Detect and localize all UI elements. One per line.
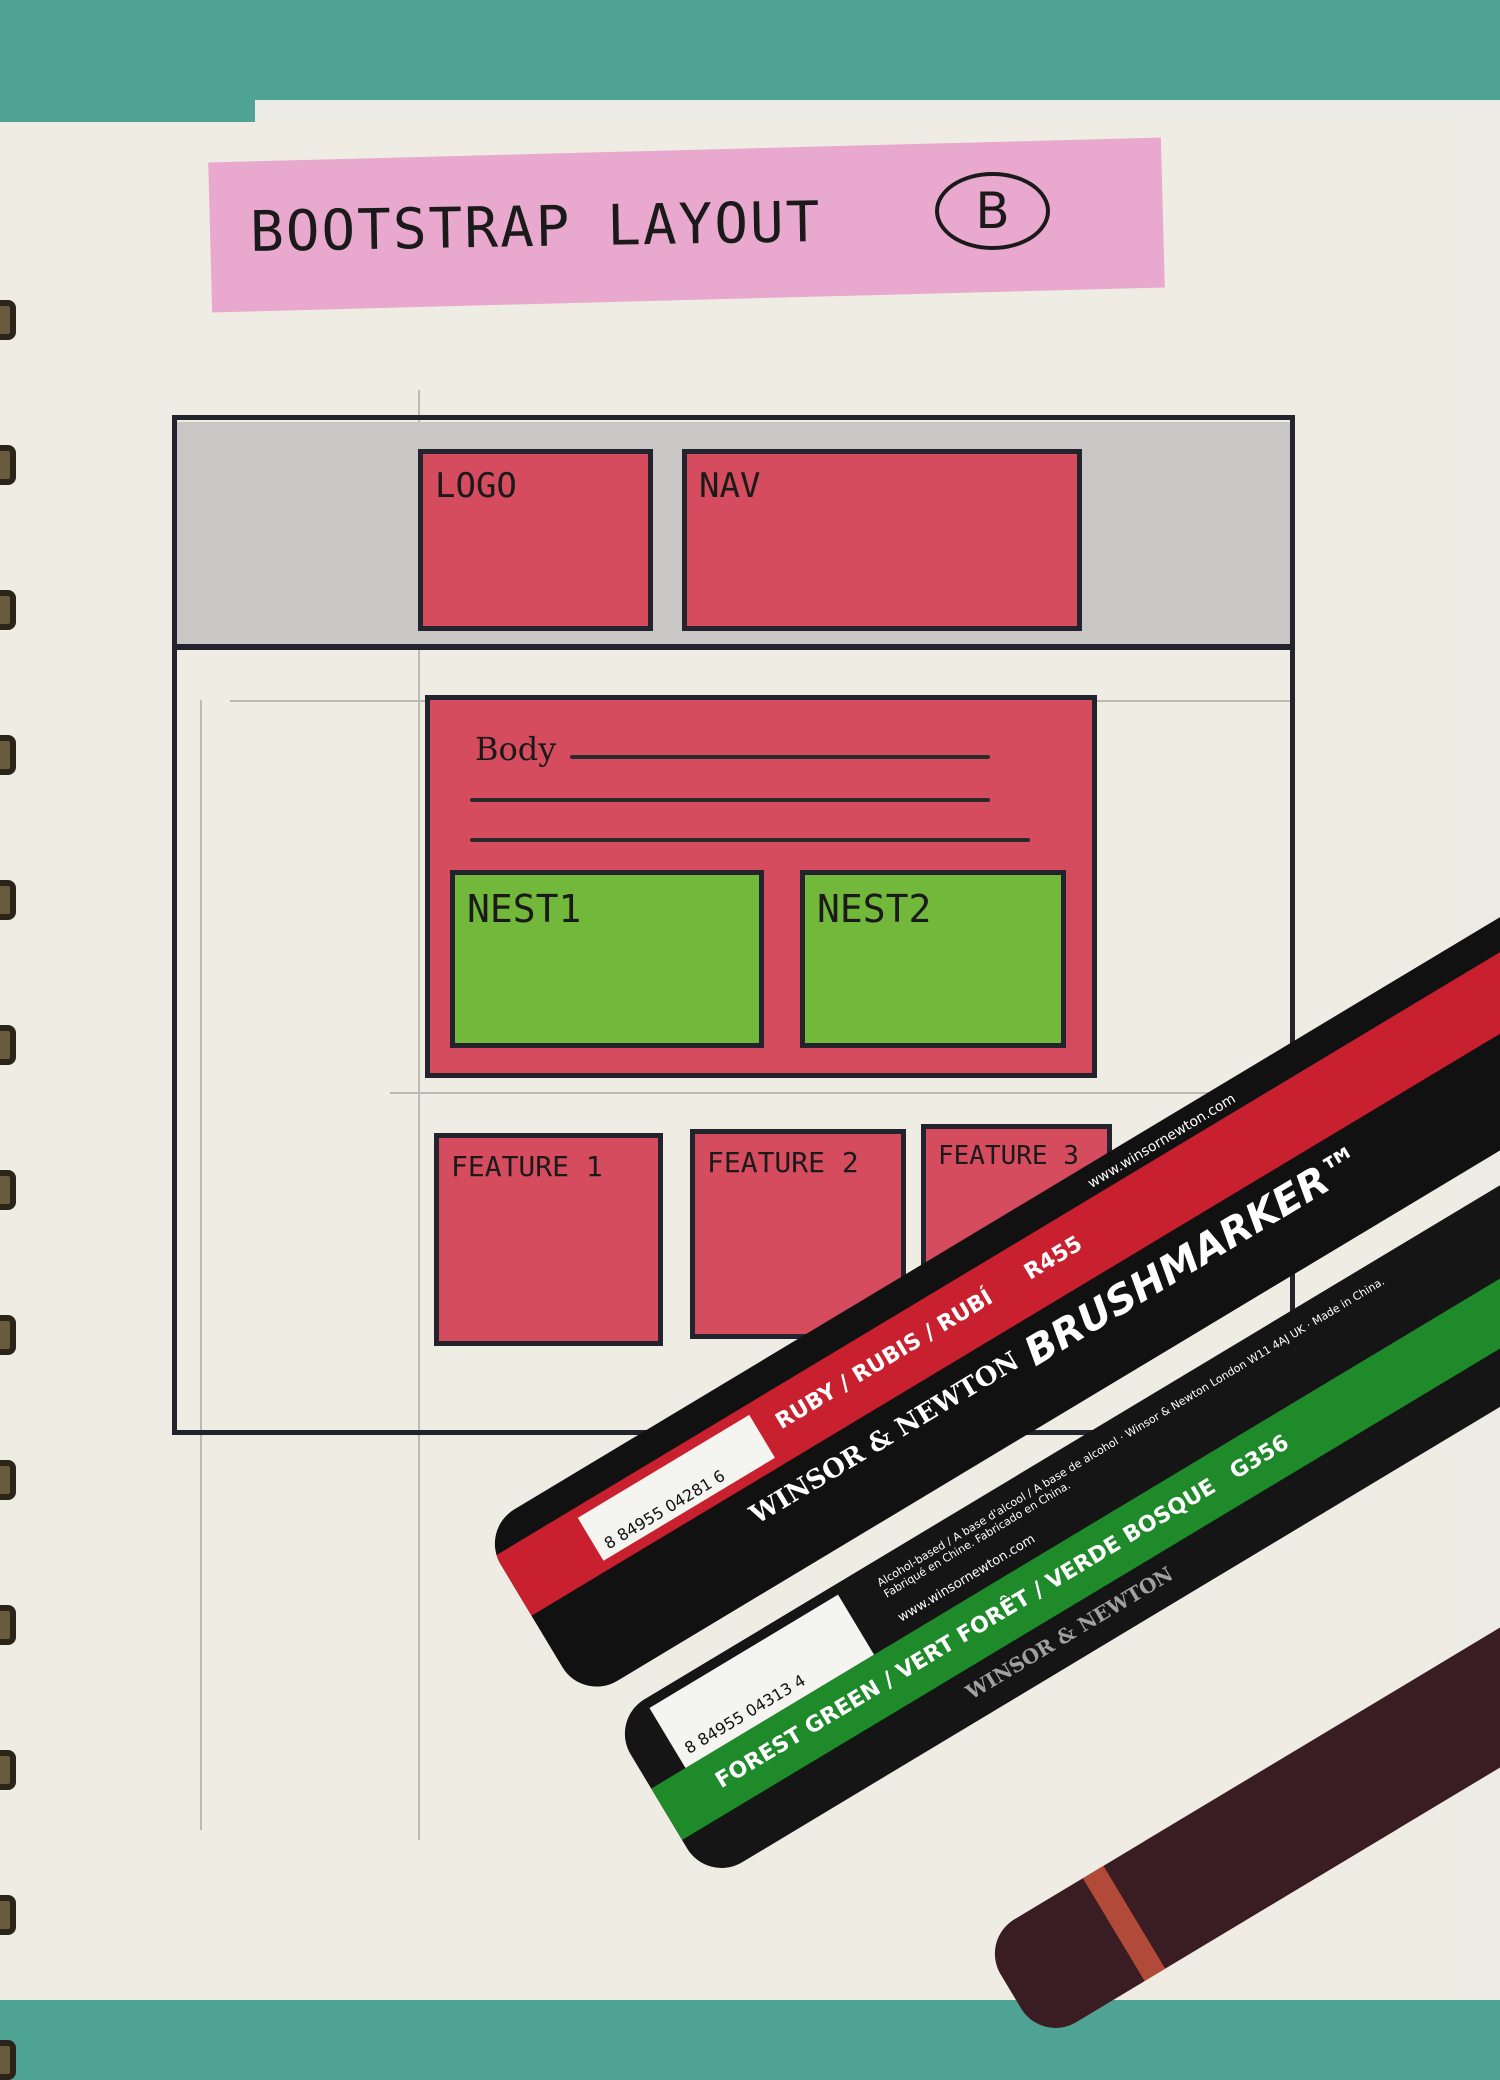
version-badge: B xyxy=(935,172,1050,250)
text-scribble xyxy=(470,798,990,802)
spiral-ring xyxy=(0,445,16,485)
spiral-ring xyxy=(0,1170,16,1210)
text-scribble xyxy=(470,838,1030,842)
logo-box: LOGO xyxy=(418,449,653,631)
spiral-ring xyxy=(0,1460,16,1500)
text-scribble xyxy=(570,755,990,759)
marker-ring xyxy=(1082,1865,1166,1982)
nav-box: NAV xyxy=(682,449,1082,631)
spiral-ring xyxy=(0,1895,16,1935)
sketch-title: BOOTSTRAP LAYOUT xyxy=(249,190,822,265)
spiral-ring xyxy=(0,590,16,630)
feature-1-label: FEATURE 1 xyxy=(451,1150,603,1183)
nest-1-label: NEST1 xyxy=(467,887,582,931)
spiral-ring xyxy=(0,1025,16,1065)
spiral-ring xyxy=(0,1750,16,1790)
body-box: Body NEST1 NEST2 xyxy=(425,695,1097,1078)
spiral-ring xyxy=(0,300,16,340)
spiral-ring xyxy=(0,880,16,920)
spiral-ring xyxy=(0,1315,16,1355)
spiral-ring xyxy=(0,735,16,775)
feature-2-label: FEATURE 2 xyxy=(707,1146,859,1179)
nest-2-label: NEST2 xyxy=(817,887,932,931)
nest-2-box: NEST2 xyxy=(800,870,1066,1048)
nav-label: NAV xyxy=(699,466,761,506)
barcode-number: 8 84955 04281 6 xyxy=(600,1466,729,1554)
feature-3-label: FEATURE 3 xyxy=(938,1141,1079,1171)
body-label: Body xyxy=(475,730,557,768)
spiral-ring xyxy=(0,1605,16,1645)
spiral-ring xyxy=(0,2040,16,2080)
feature-1-box: FEATURE 1 xyxy=(434,1133,663,1346)
nest-1-box: NEST1 xyxy=(450,870,764,1048)
logo-label: LOGO xyxy=(435,466,517,506)
